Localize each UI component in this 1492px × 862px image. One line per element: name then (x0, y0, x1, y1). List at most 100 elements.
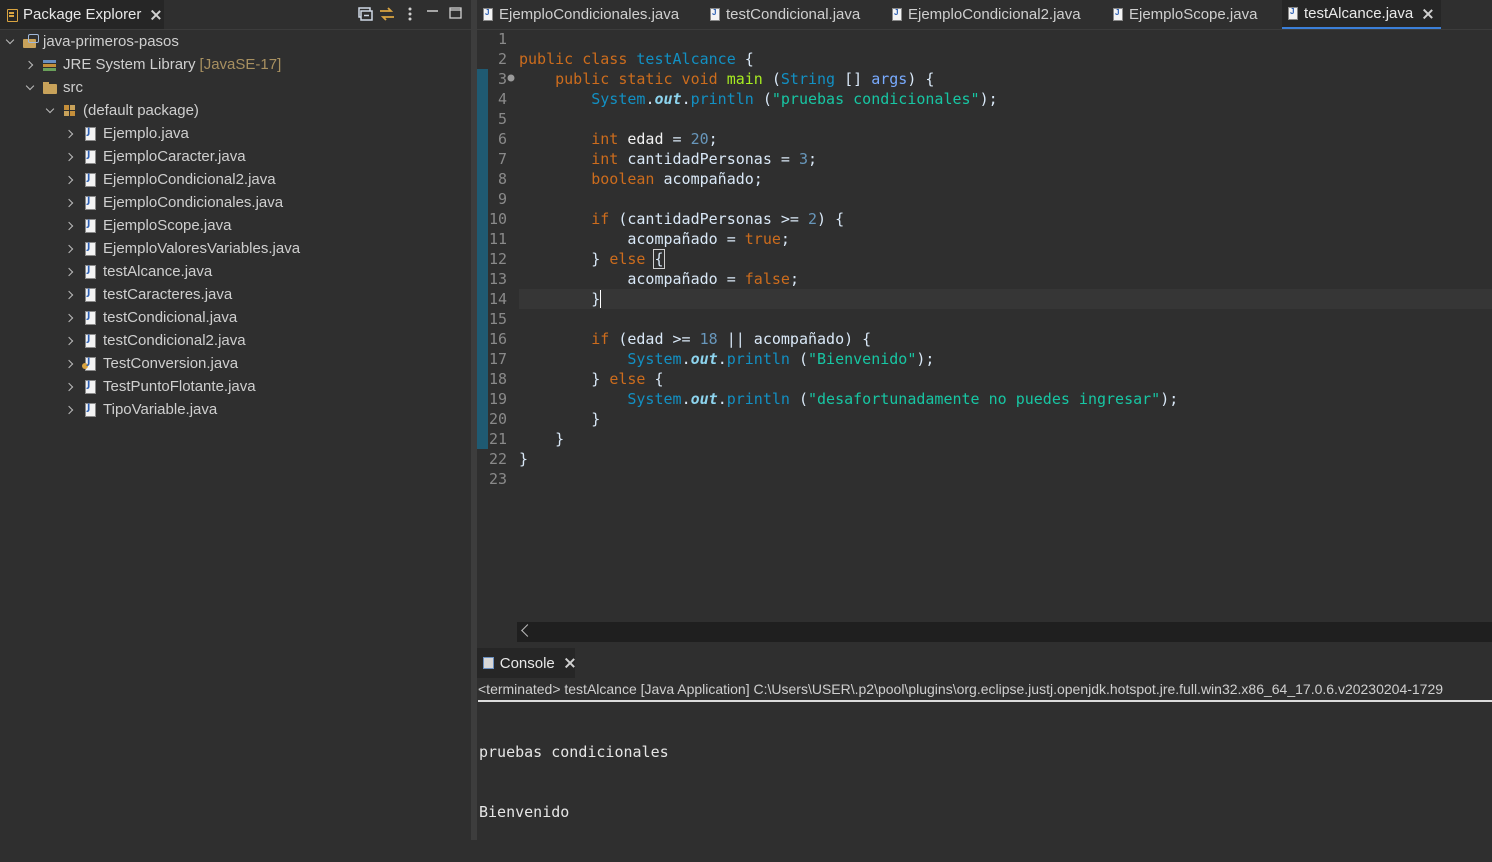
close-icon[interactable] (149, 8, 163, 22)
java-file-icon (710, 8, 720, 21)
java-file-icon (82, 310, 98, 326)
line-number: 14 (488, 290, 507, 308)
file-label: testAlcance.java (103, 263, 213, 280)
line-number: 18 (488, 370, 507, 388)
close-icon[interactable] (563, 656, 575, 670)
java-file-icon (82, 379, 98, 395)
chevron-right-icon[interactable] (64, 381, 76, 393)
scroll-left-icon[interactable] (521, 624, 534, 637)
source-folder-icon (42, 80, 58, 96)
collapse-all-icon[interactable] (356, 5, 374, 23)
tab-package-explorer[interactable]: Package Explorer (0, 0, 164, 29)
java-file-icon (82, 264, 98, 280)
tree-item-file[interactable]: TestConversion.java (0, 352, 471, 375)
chevron-right-icon[interactable] (64, 335, 76, 347)
tab-testalcance[interactable]: testAlcance.java (1282, 0, 1442, 29)
file-label: EjemploCondicionales.java (103, 194, 284, 211)
code-line: if (edad >= 18 || acompañado) { (591, 330, 872, 348)
chevron-right-icon[interactable] (64, 358, 76, 370)
tree-item-file[interactable]: TipoVariable.java (0, 398, 471, 421)
line-number: 4 (497, 90, 507, 108)
tree-item-file[interactable]: testCondicional2.java (0, 329, 471, 352)
chevron-down-icon[interactable] (4, 36, 16, 48)
chevron-right-icon[interactable] (24, 59, 36, 71)
console-icon (483, 657, 494, 669)
tab-ejemploscope[interactable]: EjemploScope.java (1113, 0, 1257, 29)
code-line: } else { (519, 370, 664, 388)
chevron-right-icon[interactable] (64, 404, 76, 416)
tree-item-file[interactable]: EjemploScope.java (0, 214, 471, 237)
console-output[interactable]: pruebas condicionales Bienvenido (479, 702, 669, 862)
view-menu-icon[interactable] (401, 5, 419, 23)
code-line: System.out.println ("desafortunadamente … (627, 390, 1179, 408)
tree-item-file[interactable]: testAlcance.java (0, 260, 471, 283)
code-editor[interactable]: EjemploCondicionales.java testCondiciona… (477, 0, 1492, 643)
code-line: acompañado = false; (519, 270, 799, 288)
tab-label: EjemploScope.java (1129, 6, 1258, 23)
chevron-right-icon[interactable] (64, 151, 76, 163)
tab-label: EjemploCondicional2.java (908, 6, 1081, 23)
package-explorer-icon (6, 8, 18, 22)
tab-testcondicional[interactable]: testCondicional.java (710, 0, 860, 29)
line-number: 17 (488, 350, 507, 368)
code-line: int edad = 20; (591, 130, 718, 148)
tab-ejemplocondicional2[interactable]: EjemploCondicional2.java (892, 0, 1081, 29)
console-label: Console (499, 654, 555, 672)
java-file-icon (483, 8, 493, 21)
chevron-right-icon[interactable] (64, 220, 76, 232)
tree-item-file[interactable]: EjemploCaracter.java (0, 145, 471, 168)
code-line: if (cantidadPersonas >= 2) { (591, 210, 845, 228)
chevron-right-icon[interactable] (64, 197, 76, 209)
tab-ejemplocondicionales[interactable]: EjemploCondicionales.java (483, 0, 679, 29)
code-line: public class testAlcance { (519, 50, 754, 68)
java-file-icon (892, 8, 902, 21)
chevron-right-icon[interactable] (64, 266, 76, 278)
chevron-right-icon[interactable] (64, 312, 76, 324)
horizontal-scrollbar[interactable] (517, 622, 1492, 642)
code-line-current: } (519, 289, 1492, 309)
tree-item-project[interactable]: java-primeros-pasos (0, 30, 471, 53)
line-number: 1 (497, 30, 507, 48)
line-number: 2 (497, 50, 507, 68)
console-panel: Console <terminated> testAlcance [Java A… (477, 648, 1492, 840)
java-file-icon (1113, 8, 1123, 21)
maximize-icon[interactable] (447, 5, 465, 23)
tree-item-file[interactable]: TestPuntoFlotante.java (0, 375, 471, 398)
minimize-icon[interactable] (424, 5, 442, 23)
code-line: } (519, 450, 529, 468)
chevron-right-icon[interactable] (64, 243, 76, 255)
package-icon (62, 103, 78, 119)
java-file-icon (82, 402, 98, 418)
file-label: testCondicional.java (103, 309, 238, 326)
line-number: 13 (488, 270, 507, 288)
tree-item-default-package[interactable]: (default package) (0, 99, 471, 122)
close-icon[interactable] (1421, 7, 1435, 21)
tree-item-file[interactable]: testCondicional.java (0, 306, 471, 329)
tree-item-file[interactable]: EjemploCondicional2.java (0, 168, 471, 191)
file-label: EjemploCondicional2.java (103, 171, 276, 188)
file-label: TestPuntoFlotante.java (103, 378, 256, 395)
tree-item-file[interactable]: EjemploCondicionales.java (0, 191, 471, 214)
chevron-down-icon[interactable] (24, 82, 36, 94)
explorer-tabbar: Package Explorer (0, 0, 471, 30)
tree-item-file[interactable]: Ejemplo.java (0, 122, 471, 145)
link-with-editor-icon[interactable] (378, 5, 396, 23)
line-number: 3 (497, 70, 507, 88)
line-number: 8 (497, 170, 507, 188)
code-line: } (519, 410, 601, 428)
tree-item-file[interactable]: EjemploValoresVariables.java (0, 237, 471, 260)
chevron-down-icon[interactable] (44, 105, 56, 117)
code-line: boolean acompañado; (591, 170, 763, 188)
chevron-right-icon[interactable] (64, 128, 76, 140)
library-icon (42, 57, 58, 73)
tree-item-file[interactable]: testCaracteres.java (0, 283, 471, 306)
tab-console[interactable]: Console (477, 648, 575, 678)
file-label: EjemploCaracter.java (103, 148, 246, 165)
tree-item-jre[interactable]: JRE System Library [JavaSE-17] (0, 53, 471, 76)
package-label: (default package) (83, 102, 199, 119)
chevron-right-icon[interactable] (64, 289, 76, 301)
chevron-right-icon[interactable] (64, 174, 76, 186)
tree-item-src[interactable]: src (0, 76, 471, 99)
jre-version: [JavaSE-17] (199, 56, 282, 73)
